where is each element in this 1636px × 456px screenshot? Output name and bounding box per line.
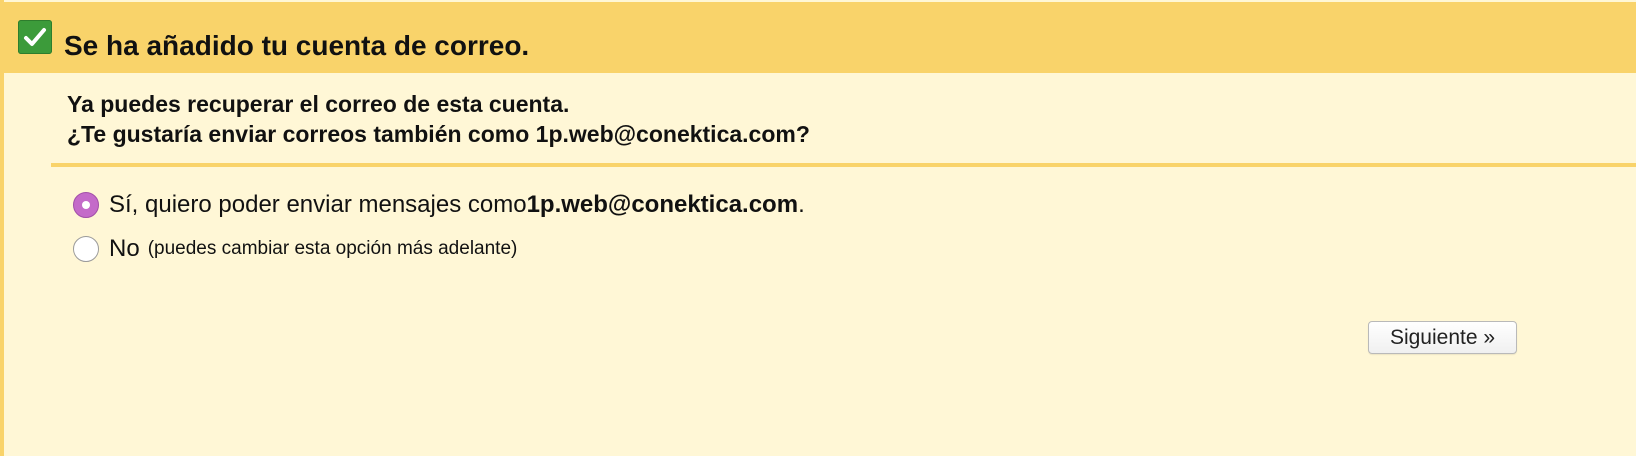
option-no[interactable]: No (puedes cambiar esta opción más adela… [73,235,517,263]
divider [51,163,1636,167]
radio-yes[interactable] [73,192,99,218]
option-yes-email: 1p.web@conektica.com [526,191,799,218]
next-button[interactable]: Siguiente » [1368,321,1517,354]
option-yes-label: Sí, quiero poder enviar mensajes como [109,191,527,218]
option-no-note: (puedes cambiar esta opción más adelante… [147,238,518,259]
radio-no[interactable] [73,236,99,262]
intro-line-1: Ya puedes recuperar el correo de esta cu… [67,91,570,117]
notification-panel: Se ha añadido tu cuenta de correo. Ya pu… [0,0,1636,456]
option-yes-suffix: . [798,191,805,218]
option-yes[interactable]: Sí, quiero poder enviar mensajes como 1p… [73,191,805,219]
checkmark-icon [18,20,52,54]
intro-line-2: ¿Te gustaría enviar correos también como… [67,121,810,147]
success-header: Se ha añadido tu cuenta de correo. [4,2,1636,73]
page-title: Se ha añadido tu cuenta de correo. [64,30,530,61]
option-no-label: No [109,235,140,262]
intro-text: Ya puedes recuperar el correo de esta cu… [67,89,810,149]
